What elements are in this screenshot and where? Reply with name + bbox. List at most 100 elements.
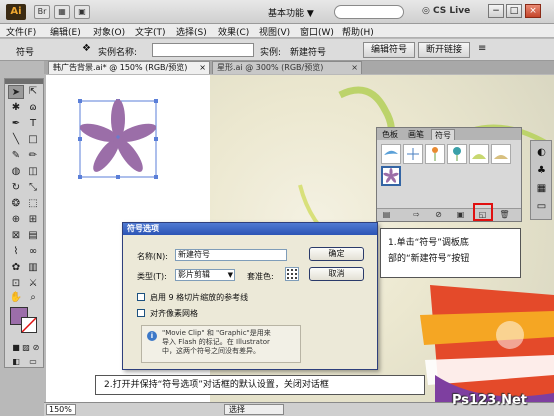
lasso-tool-icon[interactable]: ɷ: [25, 101, 41, 115]
info-line-3: 中，这两个符号之间没有差异。: [162, 347, 260, 355]
grid-panel-icon[interactable]: ▦: [534, 181, 549, 196]
cancel-button[interactable]: 取消: [309, 267, 364, 281]
symbol-swatch-grass-1[interactable]: [469, 144, 489, 164]
control-bar: 符号 ❖ 实例名称: 实例: 新建符号 编辑符号 断开链接 ≡: [0, 39, 554, 61]
magic-wand-tool-icon[interactable]: ✱: [8, 101, 24, 115]
blob-brush-tool-icon[interactable]: ◍: [8, 165, 24, 179]
zoom-tool-icon[interactable]: ⌕: [25, 291, 41, 305]
gradient-tool-icon[interactable]: ▤: [25, 229, 41, 243]
restore-button[interactable]: □: [506, 4, 522, 18]
column-graph-tool-icon[interactable]: ▥: [25, 261, 41, 275]
line-tool-icon[interactable]: ╲: [8, 133, 24, 147]
workspace-label: 基本功能: [268, 9, 305, 19]
place-symbol-icon[interactable]: ⇨: [411, 210, 422, 220]
tab-document-2[interactable]: 星形.ai @ 300% (RGB/预览) ×: [212, 61, 362, 74]
symbol-library-icon[interactable]: ▤: [381, 210, 392, 220]
status-info-select[interactable]: 选择: [224, 404, 284, 415]
registration-grid-icon[interactable]: [285, 267, 299, 281]
none-mode-icon[interactable]: ⊘: [28, 341, 44, 355]
rotate-tool-icon[interactable]: ↻: [8, 181, 24, 195]
type-tool-icon[interactable]: T: [25, 117, 41, 131]
menu-object[interactable]: 对象(O): [93, 25, 125, 38]
symbol-swatch-tree[interactable]: [447, 144, 467, 164]
pencil-tool-icon[interactable]: ✏: [25, 149, 41, 163]
close-icon[interactable]: ×: [199, 62, 206, 73]
tab-brushes[interactable]: 画笔: [405, 129, 427, 140]
symbol-swatch-flower-stem[interactable]: [425, 144, 445, 164]
club-icon[interactable]: ♣: [534, 163, 549, 178]
paintbrush-tool-icon[interactable]: ✎: [8, 149, 24, 163]
eyedropper-tool-icon[interactable]: ⌇: [8, 245, 24, 259]
blend-tool-icon[interactable]: ∞: [25, 245, 41, 259]
layers-panel-icon[interactable]: ▭: [534, 199, 549, 214]
arrange-documents-icon[interactable]: ▦: [54, 5, 70, 19]
panel-menu-icon[interactable]: ≡: [478, 43, 486, 54]
enable-9-slice-checkbox[interactable]: [137, 293, 145, 301]
tab-document-1[interactable]: 韩广告背景.ai* @ 150% (RGB/预览) ×: [48, 61, 210, 74]
artboard-tool-icon[interactable]: ⊡: [8, 277, 24, 291]
callout-line-2: 部的“新建符号”按钮: [388, 254, 470, 264]
rectangle-tool-icon[interactable]: □: [25, 133, 41, 147]
instance-name-field[interactable]: [152, 43, 254, 57]
ok-button[interactable]: 确定: [309, 247, 364, 261]
symbol-swatch-bird[interactable]: [381, 144, 401, 164]
menu-type[interactable]: 文字(T): [135, 25, 166, 38]
symbol-swatch-grass-2[interactable]: [491, 144, 511, 164]
menu-view[interactable]: 视图(V): [259, 25, 290, 38]
eraser-tool-icon[interactable]: ◫: [25, 165, 41, 179]
screen-mode-toggle-icon[interactable]: ▭: [25, 355, 41, 369]
screen-mode-icon[interactable]: ▣: [74, 5, 90, 19]
scale-tool-icon[interactable]: ⤡: [25, 181, 41, 195]
cs-live-button[interactable]: ◎ CS Live: [422, 6, 470, 16]
direct-selection-tool-icon[interactable]: ⇱: [25, 85, 41, 99]
hand-tool-icon[interactable]: ✋: [8, 291, 24, 305]
cs-live-icon: ◎: [422, 6, 430, 16]
free-transform-tool-icon[interactable]: ⬚: [25, 197, 41, 211]
break-link-button[interactable]: 断开链接: [418, 42, 470, 58]
tools-panel-grip[interactable]: [5, 79, 43, 84]
workspace-switcher[interactable]: 基本功能 ▼: [268, 6, 314, 19]
symbols-panel-footer: ▤ ⇨ ⊘ ▣ ◱ 🗑: [377, 208, 521, 221]
zoom-level-field[interactable]: 150%: [46, 404, 76, 415]
symbol-options-icon[interactable]: ▣: [455, 210, 466, 220]
tab-symbols[interactable]: 符号: [431, 129, 455, 140]
minimize-button[interactable]: −: [488, 4, 504, 18]
selection-tool-icon[interactable]: ➤: [8, 85, 24, 99]
tab-swatches[interactable]: 色板: [379, 129, 401, 140]
symbol-name-field[interactable]: 新建符号: [175, 249, 287, 261]
symbol-sprayer-tool-icon[interactable]: ✿: [8, 261, 24, 275]
slice-tool-icon[interactable]: ⚔: [25, 277, 41, 291]
mesh-tool-icon[interactable]: ⊠: [8, 229, 24, 243]
shape-builder-tool-icon[interactable]: ⊕: [8, 213, 24, 227]
pen-tool-icon[interactable]: ✒: [8, 117, 24, 131]
color-panel-icon[interactable]: ◐: [534, 145, 549, 160]
menu-help[interactable]: 帮助(H): [342, 25, 374, 38]
menu-effect[interactable]: 效果(C): [218, 25, 249, 38]
search-input[interactable]: [334, 5, 404, 19]
symbol-options-dialog: 符号选项 名称(N): 新建符号 类型(T): 影片剪辑 ▼ 套准色: 确定 取…: [122, 222, 378, 370]
dialog-info-text: "Movie Clip" 和 "Graphic"是用来 导入 Flash 的标记…: [162, 329, 298, 356]
delete-symbol-icon[interactable]: 🗑: [499, 210, 510, 220]
symbol-swatch-new-flower[interactable]: [381, 166, 401, 186]
instance-value[interactable]: 新建符号: [290, 45, 326, 58]
menu-select[interactable]: 选择(S): [176, 25, 207, 38]
draw-normal-icon[interactable]: ◧: [8, 355, 24, 369]
align-pixel-grid-checkbox[interactable]: [137, 309, 145, 317]
bridge-icon[interactable]: Br: [34, 5, 50, 19]
close-icon[interactable]: ×: [351, 62, 358, 73]
menu-file[interactable]: 文件(F): [6, 25, 36, 38]
break-link-icon[interactable]: ⊘: [433, 210, 444, 220]
align-pixel-grid-label: 对齐像素网格: [150, 309, 198, 318]
perspective-grid-tool-icon[interactable]: ⊞: [25, 213, 41, 227]
menu-window[interactable]: 窗口(W): [300, 25, 334, 38]
symbol-swatch-splash[interactable]: [403, 144, 423, 164]
symbol-type-select[interactable]: 影片剪辑 ▼: [175, 269, 235, 281]
chevron-down-icon: ▼: [227, 271, 233, 279]
close-button[interactable]: ×: [525, 4, 541, 18]
tab-label: 星形.ai @ 300% (RGB/预览): [217, 63, 324, 72]
tab-label: 韩广告背景.ai* @ 150% (RGB/预览): [53, 63, 188, 72]
stroke-color-swatch[interactable]: [21, 317, 37, 333]
warp-tool-icon[interactable]: ❂: [8, 197, 24, 211]
menu-edit[interactable]: 编辑(E): [50, 25, 81, 38]
edit-symbol-button[interactable]: 编辑符号: [363, 42, 415, 58]
